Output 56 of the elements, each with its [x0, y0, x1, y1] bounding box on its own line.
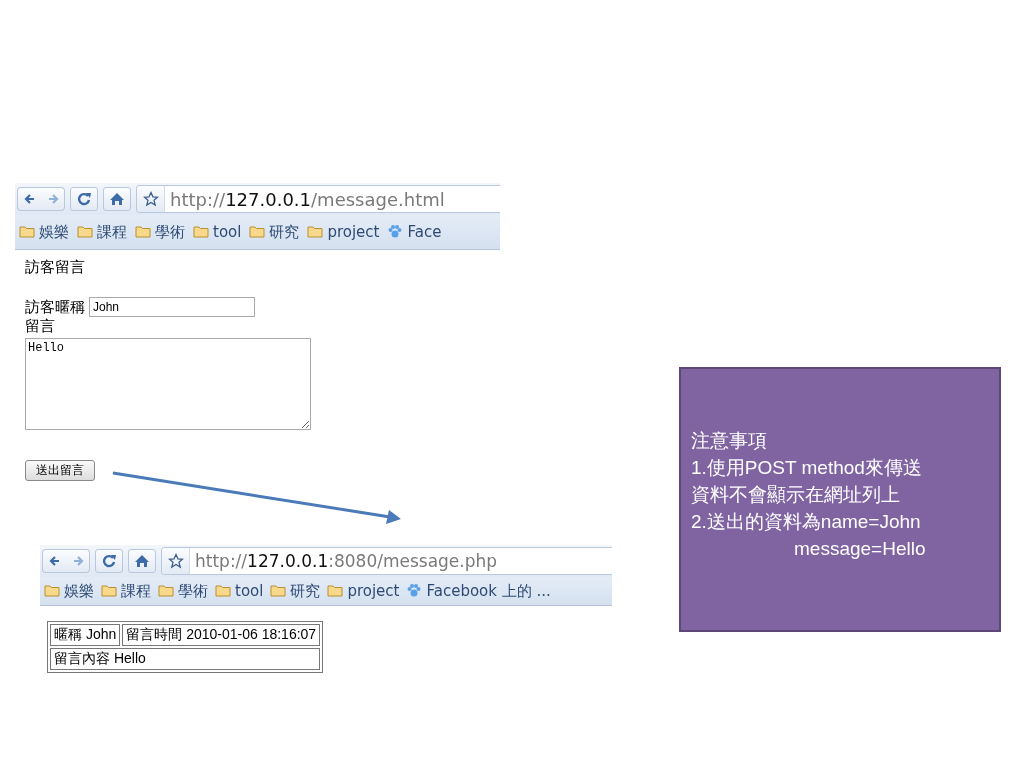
note-text: 注意事項 [691, 429, 768, 453]
message-label: 留言 [25, 317, 56, 336]
page-heading: 訪客留言 [25, 258, 86, 277]
folder-icon [135, 224, 151, 240]
bookmark-item[interactable]: Facebook 上的 ... [406, 581, 551, 601]
back-button[interactable] [42, 549, 66, 573]
nickname-field[interactable]: John [89, 297, 255, 317]
submit-button[interactable]: 送出留言 [25, 460, 95, 481]
bookmark-item[interactable]: 研究 [249, 222, 300, 242]
table-cell: 留言時間 2010-01-06 18:16:07 [122, 624, 321, 646]
bookmark-item[interactable]: 課程 [77, 222, 127, 242]
folder-icon [193, 224, 209, 240]
home-button[interactable] [128, 549, 156, 573]
nickname-label: 訪客暱稱 [25, 297, 85, 317]
folder-icon [249, 224, 266, 240]
note-text: 2.送出的資料為name=John [691, 510, 922, 534]
reload-button[interactable] [70, 187, 98, 211]
home-icon [134, 553, 150, 569]
bookmark-item[interactable]: Face [387, 223, 442, 241]
folder-icon [215, 583, 231, 599]
star-icon[interactable] [168, 553, 184, 569]
reload-icon [101, 553, 117, 569]
bookmark-item[interactable]: tool [215, 582, 264, 600]
bookmark-item[interactable]: project [327, 582, 400, 600]
bookmark-item[interactable]: 課程 [101, 581, 151, 601]
address-bar[interactable]: http://127.0.0.1:8080/message.php [161, 547, 612, 575]
reload-button[interactable] [95, 549, 123, 573]
note-text: message=Hello [793, 537, 927, 561]
reload-icon [76, 191, 92, 207]
folder-icon [158, 583, 174, 599]
folder-icon [270, 583, 287, 599]
bookmark-item[interactable]: 娛樂 [19, 222, 69, 242]
bookmark-item[interactable]: 學術 [158, 581, 208, 601]
folder-icon [327, 583, 344, 599]
bookmark-item[interactable]: 學術 [135, 222, 185, 242]
folder-icon [101, 583, 117, 599]
folder-icon [44, 583, 60, 599]
paw-icon [406, 583, 423, 599]
message-field[interactable]: Hello [25, 338, 311, 430]
folder-icon [307, 224, 324, 240]
bookmark-item[interactable]: tool [193, 223, 242, 241]
back-button[interactable] [17, 187, 41, 211]
note-text: 1.使用POST method來傳送 [691, 456, 923, 480]
table-cell: 暱稱 John [50, 624, 121, 646]
folder-icon [77, 224, 93, 240]
paw-icon [387, 224, 404, 240]
address-bar[interactable]: http://127.0.0.1/message.html [136, 185, 500, 213]
bookmark-item[interactable]: 娛樂 [44, 581, 94, 601]
bookmark-item[interactable]: project [307, 223, 380, 241]
table-cell: 留言內容 Hello [50, 648, 321, 670]
star-icon[interactable] [143, 191, 159, 207]
note-text: 資料不會顯示在網址列上 [691, 483, 901, 507]
folder-icon [19, 224, 35, 240]
bookmark-item[interactable]: 研究 [270, 581, 321, 601]
home-button[interactable] [103, 187, 131, 211]
home-icon [109, 191, 125, 207]
